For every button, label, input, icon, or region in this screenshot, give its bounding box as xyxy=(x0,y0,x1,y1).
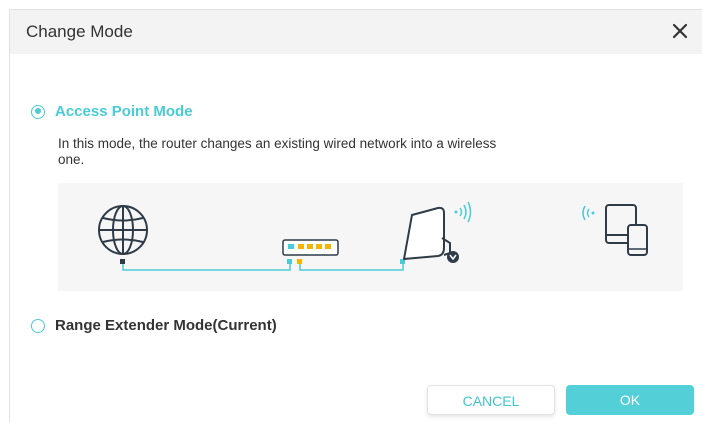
cancel-button[interactable]: CANCEL xyxy=(427,385,555,415)
cable-switch-to-extender xyxy=(299,261,404,271)
range-extender-radio[interactable] xyxy=(31,318,45,333)
phone-icon xyxy=(627,224,648,256)
range-extender-mode-option[interactable]: Range Extender Mode(Current) xyxy=(31,317,277,334)
switch-icon xyxy=(282,239,339,256)
globe-icon xyxy=(98,205,148,255)
access-point-radio[interactable] xyxy=(31,104,45,119)
extender-icon xyxy=(403,206,459,263)
cable-globe-to-switch xyxy=(122,261,291,271)
range-extender-label[interactable]: Range Extender Mode(Current) xyxy=(55,317,277,334)
change-mode-dialog: Change Mode Access Point Mode In this mo… xyxy=(9,9,702,422)
wifi-signal-icon xyxy=(454,201,472,223)
access-point-description: In this mode, the router changes an exis… xyxy=(58,136,497,167)
access-point-diagram xyxy=(58,183,683,291)
close-icon[interactable] xyxy=(668,19,692,43)
access-point-label[interactable]: Access Point Mode xyxy=(55,103,193,120)
dialog-title: Change Mode xyxy=(26,22,133,41)
wifi-signal-icon-devices xyxy=(582,205,595,221)
ok-button[interactable]: OK xyxy=(566,385,694,415)
access-point-mode-option[interactable]: Access Point Mode xyxy=(31,103,193,120)
dialog-header: Change Mode xyxy=(10,10,702,54)
